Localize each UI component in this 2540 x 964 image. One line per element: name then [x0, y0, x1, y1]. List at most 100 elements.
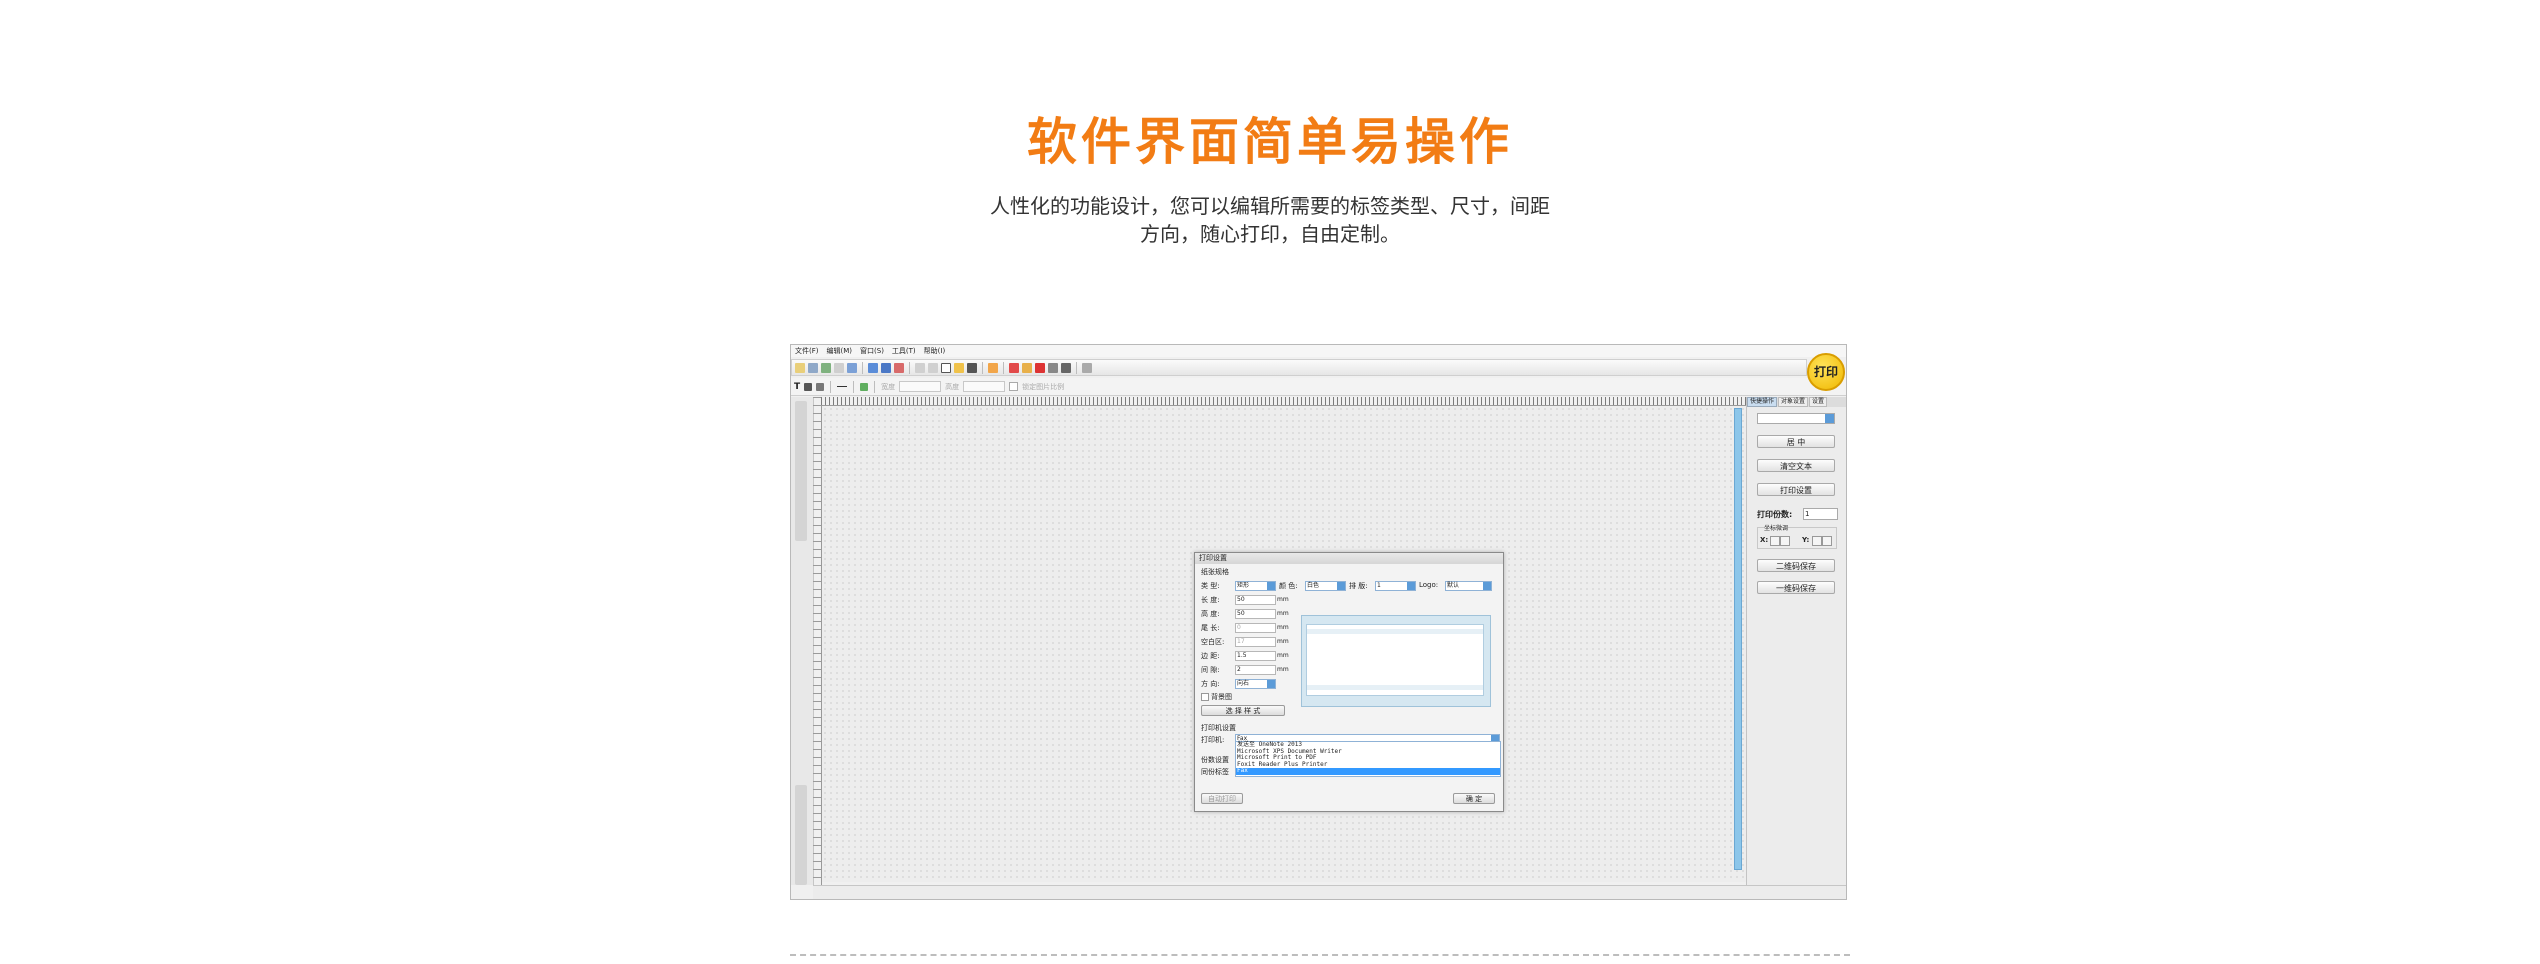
copy-icon[interactable] — [868, 362, 878, 373]
gap-input[interactable]: 2 — [1235, 665, 1276, 675]
height-input[interactable]: 50 — [1235, 609, 1276, 619]
printer-settings-group: 打印机设置 — [1201, 724, 1236, 732]
pen-orange-icon[interactable] — [1022, 362, 1032, 373]
print-settings-button[interactable]: 打印设置 — [1757, 483, 1835, 496]
image-icon[interactable] — [860, 382, 869, 391]
margin-input[interactable]: 1.5 — [1235, 651, 1276, 661]
y-label: Y: — [1802, 536, 1810, 544]
arrow-icon[interactable] — [1048, 362, 1058, 373]
color-label: 颜 色: — [1279, 582, 1298, 590]
line-style-icon[interactable] — [837, 386, 848, 387]
pen-icon[interactable] — [1035, 362, 1045, 373]
printer-label: 打印机: — [1201, 736, 1225, 744]
blank-input[interactable]: 17 — [1235, 637, 1276, 647]
check-icon[interactable] — [847, 362, 857, 373]
fill-icon[interactable] — [804, 382, 813, 391]
coord-adjust-label: 坐标微调 — [1764, 523, 1789, 532]
margin-unit: mm — [1277, 652, 1289, 659]
new-icon[interactable] — [795, 362, 805, 373]
auto-print-button[interactable]: 自动打印 — [1201, 793, 1243, 804]
barcode-save-button[interactable]: 一维码保存 — [1757, 581, 1835, 594]
printer-dropdown-list[interactable]: 发送至 OneNote 2013 Microsoft XPS Document … — [1235, 741, 1501, 777]
delete-icon[interactable] — [894, 362, 904, 373]
menu-edit[interactable]: 编辑(M) — [827, 346, 853, 356]
center-button[interactable]: 居 中 — [1757, 435, 1835, 448]
font-select[interactable] — [1757, 413, 1835, 424]
dialog-title: 打印设置 — [1195, 553, 1503, 564]
choose-style-button[interactable]: 选 择 样 式 — [1201, 705, 1285, 716]
status-bar — [813, 885, 1846, 899]
border-icon[interactable] — [816, 382, 825, 391]
tail-input[interactable]: 0 — [1235, 623, 1276, 633]
vertical-label-top — [795, 401, 807, 541]
camera-icon[interactable] — [967, 362, 977, 373]
bg-image-checkbox[interactable] — [1201, 693, 1209, 701]
right-side-panel: 快捷操作 对象设置 设置 居 中 清空文本 打印设置 打印份数: 1 坐标微调 … — [1746, 397, 1846, 885]
format-toolbar: T 宽度 高度 锁定图片比例 — [791, 378, 1846, 396]
type-select[interactable]: 矩形 — [1235, 581, 1276, 591]
height-unit: mm — [1277, 610, 1289, 617]
horizontal-ruler — [821, 397, 1833, 406]
canvas-scrollbar[interactable] — [1734, 408, 1742, 870]
print-button[interactable]: 打印 — [1807, 353, 1845, 391]
logo-label: Logo: — [1419, 581, 1439, 589]
hero-title: 软件界面简单易操作 — [1027, 113, 1513, 171]
lock-ratio-checkbox[interactable] — [1009, 382, 1019, 391]
x-increase-button[interactable] — [1780, 536, 1790, 546]
direction-select[interactable]: 向右 — [1235, 679, 1276, 689]
menu-window[interactable]: 窗口(S) — [860, 346, 884, 356]
blank-label: 空白区: — [1201, 638, 1225, 646]
height-label: 高 度: — [1201, 610, 1220, 618]
coord-adjust-group: 坐标微调 X: Y: — [1757, 523, 1837, 549]
logo-select[interactable]: 默认 — [1445, 581, 1492, 591]
lock-ratio-label: 锁定图片比例 — [1022, 382, 1065, 391]
tab-quick-ops[interactable]: 快捷操作 — [1747, 397, 1778, 407]
text-tool-icon[interactable]: T — [794, 382, 800, 392]
layout-label: 排 版: — [1349, 582, 1368, 590]
same-label-label: 同份标签 — [1201, 768, 1229, 776]
menu-tools[interactable]: 工具(T) — [892, 346, 916, 356]
open-icon[interactable] — [808, 362, 818, 373]
clear-text-button[interactable]: 清空文本 — [1757, 459, 1835, 472]
paste-icon[interactable] — [881, 362, 891, 373]
y-decrease-button[interactable] — [1812, 536, 1822, 546]
direction-label: 方 向: — [1201, 680, 1220, 688]
paper-spec-group: 纸张规格 — [1201, 568, 1229, 576]
vertical-ruler — [813, 397, 822, 885]
width-input[interactable] — [899, 381, 942, 392]
tab-object-settings[interactable]: 对象设置 — [1778, 397, 1809, 407]
qrcode-save-button[interactable]: 二维码保存 — [1757, 559, 1835, 572]
length-label: 长 度: — [1201, 596, 1220, 604]
menu-help[interactable]: 帮助(I) — [924, 346, 946, 356]
length-unit: mm — [1277, 596, 1289, 603]
x-label: X: — [1760, 536, 1769, 544]
undo-icon[interactable] — [915, 362, 925, 373]
menu-file[interactable]: 文件(F) — [795, 346, 819, 356]
grid-icon[interactable] — [1082, 362, 1092, 373]
folder-icon[interactable] — [954, 362, 964, 373]
tail-label: 尾 长: — [1201, 624, 1220, 632]
tab-settings[interactable]: 设置 — [1809, 397, 1828, 407]
ok-button[interactable]: 确 定 — [1453, 793, 1495, 804]
design-canvas[interactable]: 打印设置 纸张规格 类 型: 矩形 颜 色: 白色 排 版: 1 Logo: 默… — [822, 406, 1822, 882]
layout-select[interactable]: 1 — [1375, 581, 1416, 591]
line-icon[interactable] — [1061, 362, 1071, 373]
copies-label: 打印份数: — [1757, 510, 1793, 519]
barcode-icon[interactable] — [988, 362, 998, 373]
menu-bar: 文件(F) 编辑(M) 窗口(S) 工具(T) 帮助(I) — [791, 345, 1846, 357]
right-panel-tabs: 快捷操作 对象设置 设置 — [1747, 397, 1846, 407]
pen-red-icon[interactable] — [1009, 362, 1019, 373]
y-increase-button[interactable] — [1822, 536, 1832, 546]
select-icon[interactable] — [941, 362, 951, 373]
redo-icon[interactable] — [928, 362, 938, 373]
save-icon[interactable] — [821, 362, 831, 373]
x-decrease-button[interactable] — [1770, 536, 1780, 546]
app-window: 文件(F) 编辑(M) 窗口(S) 工具(T) 帮助(I) T 宽度 高度 锁定… — [790, 344, 1847, 900]
height-input[interactable] — [963, 381, 1006, 392]
copies-input[interactable]: 1 — [1803, 508, 1838, 520]
length-input[interactable]: 50 — [1235, 595, 1276, 605]
color-select[interactable]: 白色 — [1305, 581, 1346, 591]
gap-unit: mm — [1277, 666, 1289, 673]
printer-option-selected[interactable]: Fax — [1236, 767, 1500, 775]
dropdown-icon[interactable] — [834, 362, 844, 373]
